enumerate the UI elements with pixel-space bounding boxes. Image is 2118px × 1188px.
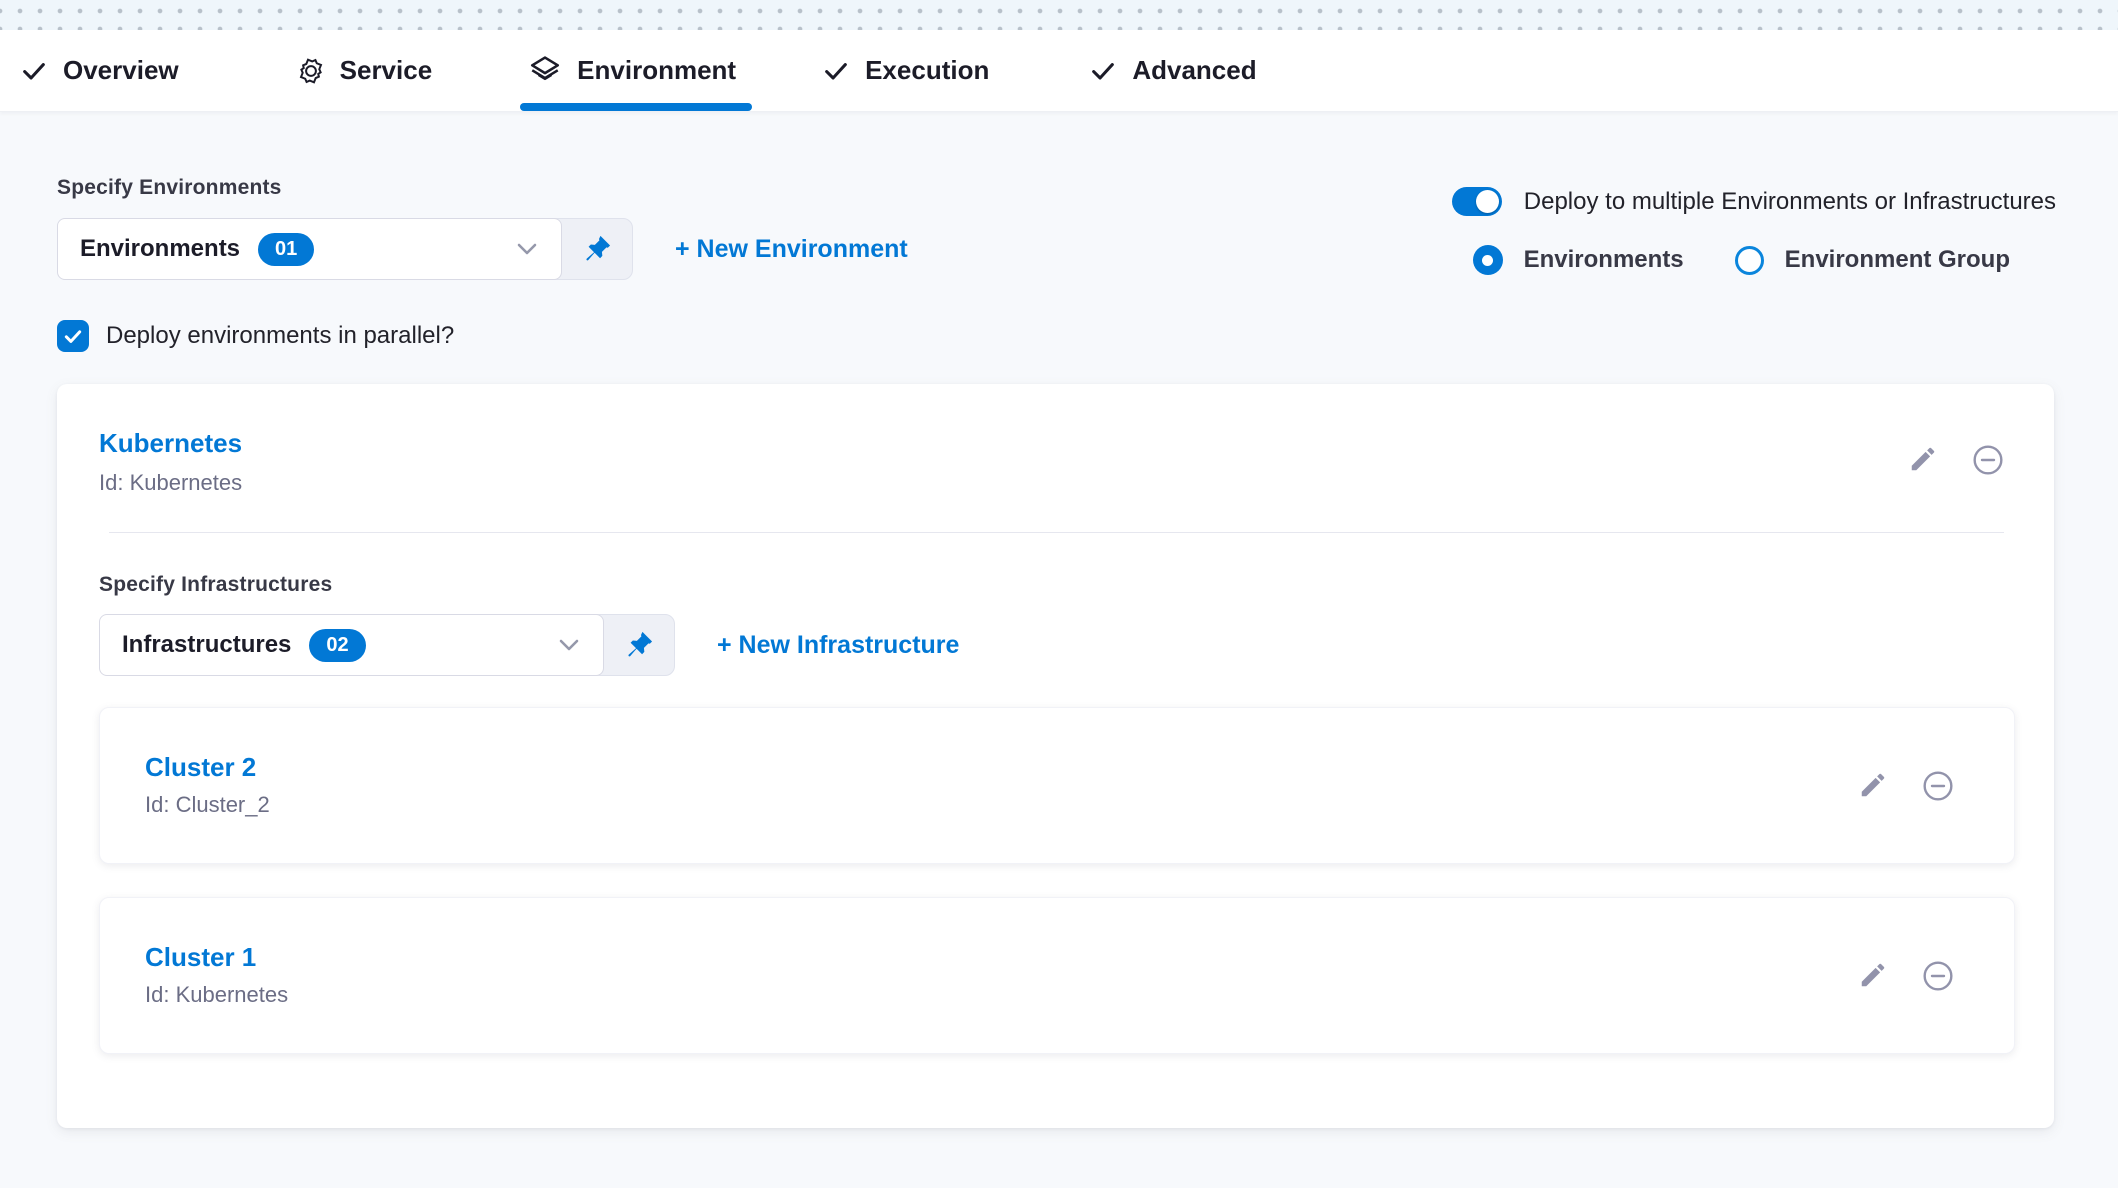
tab-label: Advanced bbox=[1132, 55, 1256, 86]
radio-environments[interactable]: Environments bbox=[1473, 245, 1684, 275]
infrastructure-card-cluster-1: Cluster 1 Id: Kubernetes bbox=[99, 897, 2015, 1054]
stage-tabbar: Overview Service Environment Execution A… bbox=[0, 30, 2118, 112]
minus-circle-icon bbox=[1972, 444, 2004, 476]
environments-section: Specify Environments Environments 01 + N… bbox=[0, 112, 2118, 280]
remove-infrastructure-button[interactable] bbox=[1922, 960, 1954, 992]
environments-select-label: Environments bbox=[80, 235, 240, 263]
tab-advanced[interactable]: Advanced bbox=[1089, 30, 1256, 111]
environments-dropdown-row: Environments 01 + New Environment bbox=[57, 218, 908, 280]
layers-icon bbox=[528, 54, 562, 88]
infrastructures-select-label: Infrastructures bbox=[122, 631, 291, 659]
radio-selected-icon bbox=[1473, 245, 1503, 275]
infrastructure-name-link[interactable]: Cluster 2 bbox=[145, 752, 2014, 783]
check-icon bbox=[20, 57, 48, 85]
environment-name-link[interactable]: Kubernetes bbox=[99, 428, 242, 459]
infrastructure-id: Id: Cluster_2 bbox=[145, 792, 2014, 818]
environment-actions bbox=[1908, 444, 2004, 496]
edit-infrastructure-button[interactable] bbox=[1858, 960, 1888, 990]
parallel-checkbox-row: Deploy environments in parallel? bbox=[57, 320, 2118, 352]
infrastructures-count-badge: 02 bbox=[309, 629, 365, 662]
multi-deploy-toggle[interactable] bbox=[1452, 187, 1502, 216]
radio-unselected-icon bbox=[1735, 246, 1764, 275]
tab-execution[interactable]: Execution bbox=[822, 30, 989, 111]
specify-environments-label: Specify Environments bbox=[57, 176, 908, 200]
pencil-icon bbox=[1908, 444, 1938, 474]
infrastructure-id: Id: Kubernetes bbox=[145, 982, 2014, 1008]
card-divider bbox=[109, 532, 2004, 533]
minus-circle-icon bbox=[1922, 770, 1954, 802]
multi-deploy-toggle-label: Deploy to multiple Environments or Infra… bbox=[1524, 188, 2056, 216]
infrastructures-select[interactable]: Infrastructures 02 bbox=[99, 614, 604, 676]
infrastructures-pin-button[interactable] bbox=[604, 615, 674, 675]
radio-environment-group-label: Environment Group bbox=[1785, 246, 2010, 274]
infrastructure-actions bbox=[1858, 960, 1954, 992]
environment-id: Id: Kubernetes bbox=[99, 470, 242, 496]
remove-infrastructure-button[interactable] bbox=[1922, 770, 1954, 802]
chevron-down-icon bbox=[515, 241, 539, 257]
environment-card: Kubernetes Id: Kubernetes Specify Infras… bbox=[57, 384, 2054, 1128]
toggle-knob bbox=[1476, 190, 1499, 213]
radio-environments-label: Environments bbox=[1524, 246, 1684, 274]
environments-left-column: Specify Environments Environments 01 + N… bbox=[57, 176, 908, 280]
remove-environment-button[interactable] bbox=[1972, 444, 2004, 476]
radio-environment-group[interactable]: Environment Group bbox=[1735, 246, 2010, 275]
infrastructures-dropdown-row: Infrastructures 02 + New Infrastructure bbox=[99, 614, 2004, 676]
infrastructure-name-link[interactable]: Cluster 1 bbox=[145, 942, 2014, 973]
pin-icon bbox=[623, 629, 655, 661]
environments-select[interactable]: Environments 01 bbox=[57, 218, 562, 280]
parallel-checkbox-label: Deploy environments in parallel? bbox=[106, 322, 454, 350]
tab-label: Execution bbox=[865, 55, 989, 86]
pencil-icon bbox=[1858, 770, 1888, 800]
environments-count-badge: 01 bbox=[258, 233, 314, 266]
check-icon bbox=[822, 57, 850, 85]
check-icon bbox=[1089, 57, 1117, 85]
environments-pin-button[interactable] bbox=[562, 219, 632, 279]
infrastructures-dropdown-group: Infrastructures 02 bbox=[99, 614, 675, 676]
specify-infrastructures-label: Specify Infrastructures bbox=[99, 573, 2004, 597]
tab-label: Service bbox=[340, 55, 433, 86]
multi-deploy-toggle-row: Deploy to multiple Environments or Infra… bbox=[1452, 187, 2056, 216]
new-infrastructure-button[interactable]: + New Infrastructure bbox=[717, 631, 959, 660]
minus-circle-icon bbox=[1922, 960, 1954, 992]
pencil-icon bbox=[1858, 960, 1888, 990]
tab-environment[interactable]: Environment bbox=[528, 30, 736, 111]
tab-overview[interactable]: Overview bbox=[20, 30, 179, 111]
pin-icon bbox=[581, 233, 613, 265]
tab-service[interactable]: Service bbox=[297, 30, 433, 111]
gear-icon bbox=[297, 57, 325, 85]
check-icon bbox=[63, 326, 83, 346]
edit-infrastructure-button[interactable] bbox=[1858, 770, 1888, 800]
tab-label: Environment bbox=[577, 55, 736, 86]
environment-card-header: Kubernetes Id: Kubernetes bbox=[99, 428, 2004, 496]
new-environment-button[interactable]: + New Environment bbox=[675, 235, 908, 264]
edit-environment-button[interactable] bbox=[1908, 444, 1938, 474]
tab-label: Overview bbox=[63, 55, 179, 86]
parallel-checkbox[interactable] bbox=[57, 320, 89, 352]
environments-dropdown-group: Environments 01 bbox=[57, 218, 633, 280]
pipeline-canvas-strip bbox=[0, 0, 2118, 30]
environment-identity: Kubernetes Id: Kubernetes bbox=[99, 428, 242, 496]
infrastructure-card-cluster-2: Cluster 2 Id: Cluster_2 bbox=[99, 707, 2015, 864]
multi-deploy-block: Deploy to multiple Environments or Infra… bbox=[1452, 187, 2056, 280]
chevron-down-icon bbox=[557, 637, 581, 653]
infrastructure-actions bbox=[1858, 770, 1954, 802]
deploy-target-radio-row: Environments Environment Group bbox=[1452, 245, 2056, 275]
